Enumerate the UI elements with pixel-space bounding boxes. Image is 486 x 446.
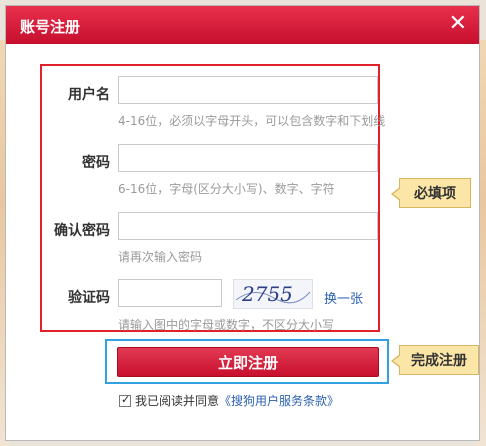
captcha-text: 2755 xyxy=(241,282,293,306)
captcha-label: 验证码 xyxy=(68,290,110,306)
agree-checkbox[interactable] xyxy=(119,393,131,407)
password-hint: 6-16位，字母(区分大小写)、数字、字符 xyxy=(118,182,335,196)
username-label: 用户名 xyxy=(68,87,110,103)
captcha-hint: 请输入图中的字母或数字，不区分大小写 xyxy=(118,318,335,332)
terms-link[interactable]: 《搜狗用户服务条款》 xyxy=(219,392,339,409)
register-button[interactable]: 立即注册 xyxy=(117,347,379,377)
dialog-titlebar: 账号注册 ✕ xyxy=(6,6,479,44)
finish-callout: 完成注册 xyxy=(391,345,479,375)
username-hint: 4-16位，必须以字母开头，可以包含数字和下划线 xyxy=(118,114,386,128)
captcha-image: 2755 xyxy=(233,279,313,309)
username-input[interactable] xyxy=(118,76,378,104)
confirm-password-input[interactable] xyxy=(118,212,378,240)
dialog-title: 账号注册 xyxy=(20,18,81,36)
password-label: 密码 xyxy=(82,155,110,171)
close-icon[interactable]: ✕ xyxy=(449,13,467,35)
agreement-row: 我已阅读并同意 《搜狗用户服务条款》 xyxy=(119,392,339,409)
captcha-input[interactable] xyxy=(118,279,222,307)
confirm-password-label: 确认密码 xyxy=(54,223,110,239)
required-callout: 必填项 xyxy=(391,178,471,208)
captcha-refresh-link[interactable]: 换一张 xyxy=(324,288,363,307)
captcha-graphic: 2755 xyxy=(235,282,311,306)
agree-text: 我已阅读并同意 xyxy=(135,394,220,408)
password-input[interactable] xyxy=(118,144,378,172)
confirm-password-hint: 请再次输入密码 xyxy=(118,250,203,264)
